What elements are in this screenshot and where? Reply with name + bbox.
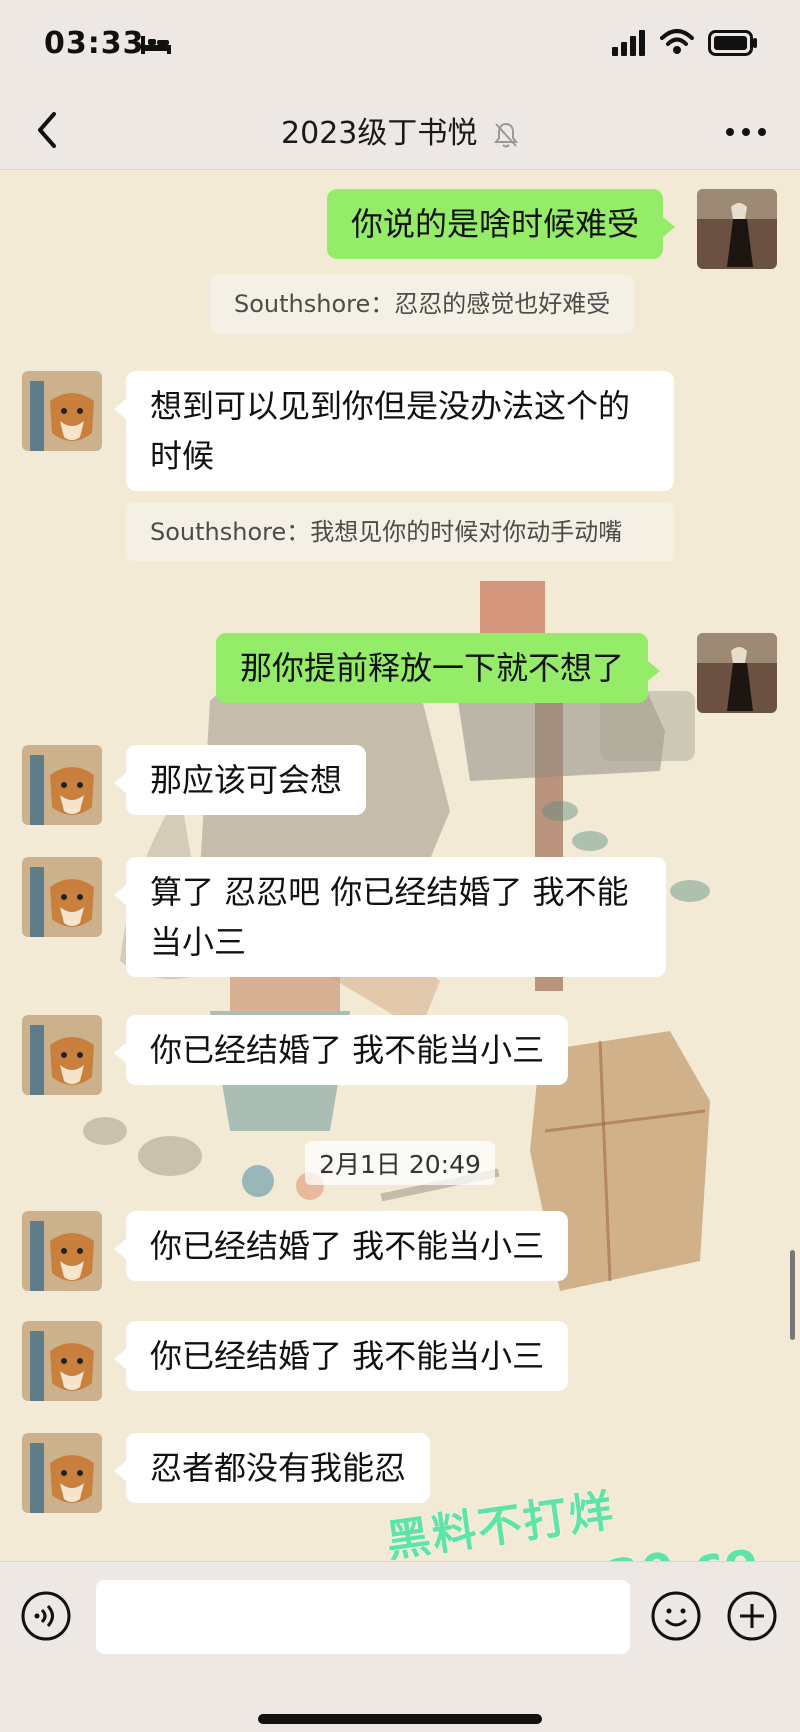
chat-header: 2023级丁书悦 [0,90,800,170]
contact-avatar[interactable] [22,1433,102,1513]
voice-input-icon[interactable] [20,1590,72,1642]
mute-bell-icon [493,122,518,147]
contact-avatar[interactable] [22,1321,102,1401]
contact-avatar[interactable] [22,371,102,451]
add-attachment-icon[interactable] [726,1590,778,1642]
incoming-message-bubble[interactable]: 算了 忍忍吧 你已经结婚了 我不能当小三 [114,857,666,977]
message-input-bar [0,1561,800,1732]
incoming-message-bubble[interactable]: 想到可以见到你但是没办法这个的时候 [114,371,674,491]
quoted-message[interactable]: Southshore：我想见你的时候对你动手动嘴 [126,503,674,561]
contact-avatar[interactable] [22,857,102,937]
incoming-message-bubble[interactable]: 忍者都没有我能忍 [113,1433,431,1503]
battery-icon [708,30,757,56]
sleep-focus-icon [141,36,171,54]
home-indicator[interactable] [258,1714,542,1724]
quoted-message[interactable]: Southshore：忍忍的感觉也好难受 [210,275,635,333]
incoming-message-bubble[interactable]: 你已经结婚了 我不能当小三 [113,1015,569,1085]
status-time: 03:33 [44,26,145,61]
incoming-message-bubble[interactable]: 你已经结婚了 我不能当小三 [113,1321,569,1391]
my-avatar[interactable] [697,633,777,713]
chat-message-list[interactable]: 你说的是啥时候难受 Southshore：忍忍的感觉也好难受 想到可以见到你但是… [0,171,800,1561]
my-avatar[interactable] [697,189,777,269]
contact-avatar[interactable] [22,745,102,825]
chat-title: 2023级丁书悦 [0,108,800,152]
status-bar: 03:33 [0,0,800,90]
chat-title-text: 2023级丁书悦 [281,116,478,151]
incoming-message-bubble[interactable]: 你已经结婚了 我不能当小三 [113,1211,569,1281]
outgoing-message-bubble[interactable]: 你说的是啥时候难受 [327,189,676,259]
message-timestamp: 2月1日 20:49 [305,1141,495,1185]
cellular-signal-icon [612,30,645,56]
chat-scrollbar[interactable] [790,1250,795,1340]
contact-avatar[interactable] [22,1211,102,1291]
incoming-message-bubble[interactable]: 那应该可会想 [113,745,367,815]
message-text-input[interactable] [96,1580,630,1654]
more-options-icon[interactable] [722,114,770,150]
emoji-icon[interactable] [650,1590,702,1642]
outgoing-message-bubble[interactable]: 那你提前释放一下就不想了 [216,633,661,703]
contact-avatar[interactable] [22,1015,102,1095]
wifi-icon [660,29,694,54]
